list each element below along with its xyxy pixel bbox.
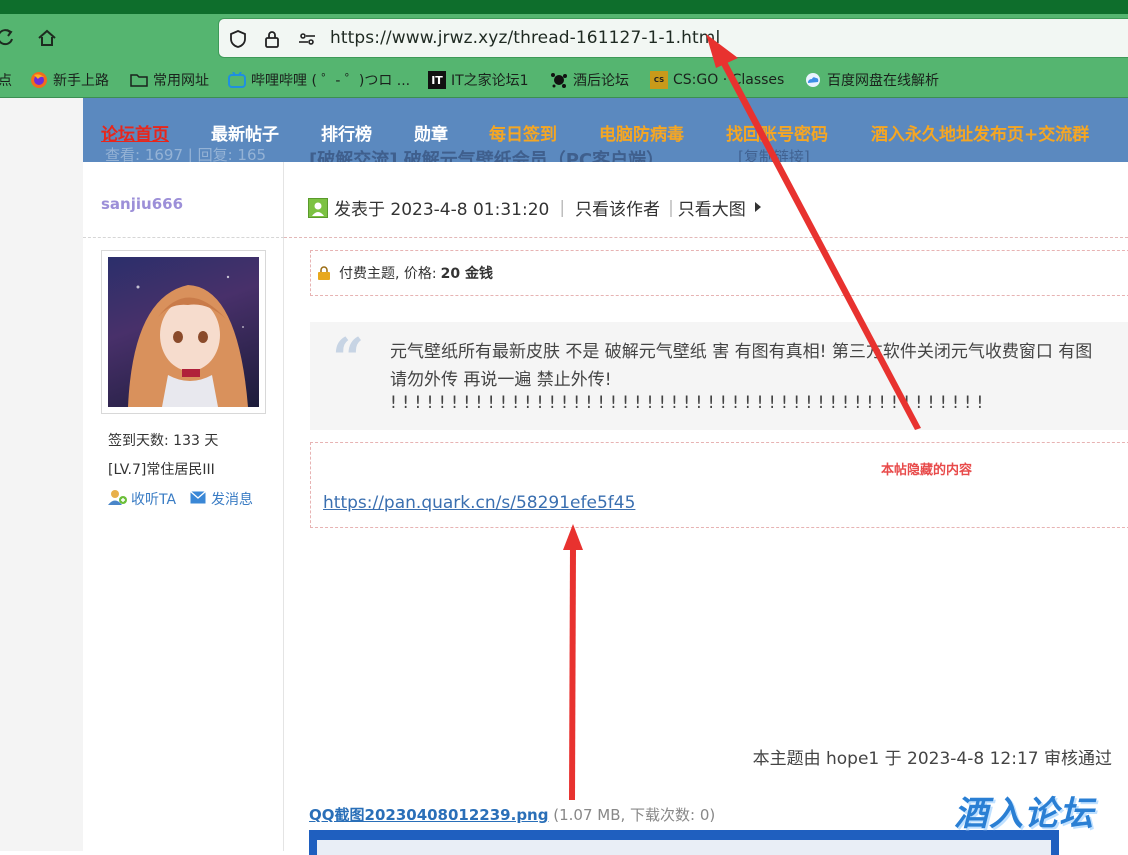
only-author-link[interactable]: 只看该作者 (575, 195, 660, 220)
quark-pan-link[interactable]: https://pan.quark.cn/s/58291efe5f45 (323, 493, 635, 513)
bookmark-label: 哔哩哔哩 ( ゜- ゜)つロ ... (251, 73, 411, 89)
bookmark-label: CS:GO · Classes (673, 72, 785, 88)
bookmark-label: 酒后论坛 (573, 73, 629, 89)
bookmark-item[interactable]: CS CS:GO · Classes (650, 70, 784, 90)
bookmark-item[interactable]: 新手上路 (30, 70, 109, 90)
bookmark-item[interactable]: 哔哩哔哩 ( ゜- ゜)つロ ... (228, 70, 410, 90)
moderation-note: 本主题由 hope1 于 2023-4-8 12:17 审核通过 (752, 749, 1112, 769)
online-status-icon (308, 197, 328, 218)
send-message-button[interactable]: 发消息 (190, 489, 253, 509)
hidden-content-box: 本帖隐藏的内容 https://pan.quark.cn/s/58291efe5… (310, 442, 1128, 528)
nav-daily-checkin[interactable]: 每日签到 (489, 120, 557, 145)
attachment-link[interactable]: QQ截图20230408012239.png (309, 806, 548, 824)
splat-icon (550, 71, 568, 89)
post-content: 发表于 2023-4-8 01:31:20 | 只看该作者 | 只看大图 付费主… (284, 162, 1128, 855)
copy-link-ghost: [复制链接] (738, 148, 810, 162)
attachment-preview-image[interactable] (309, 830, 1059, 855)
follow-button[interactable]: 收听TA (108, 489, 176, 509)
sidebar-divider (83, 237, 284, 238)
quote-line-3: ! ! ! ! ! ! ! ! ! ! ! ! ! ! ! ! ! ! ! ! … (390, 393, 984, 413)
page-left-gutter (0, 98, 83, 851)
meta-divider (284, 237, 1128, 238)
bookmark-label: 新手上路 (53, 73, 109, 89)
site-permissions-icon[interactable] (296, 28, 318, 50)
meta-separator: | (668, 197, 674, 218)
bookmark-item[interactable]: 酒后论坛 (550, 70, 629, 90)
url-bar[interactable]: https://www.jrwz.xyz/thread-161127-1-1.h… (218, 18, 1128, 58)
padlock-icon (317, 266, 331, 280)
browser-navbar: https://www.jrwz.xyz/thread-161127-1-1.h… (0, 14, 1128, 62)
cloud-icon (804, 71, 822, 89)
bookmark-item[interactable]: 点 (0, 70, 12, 90)
quote-mark-icon: “ (332, 326, 365, 392)
thread-title-ghost: [破解交流] 破解元气壁纸会员（PC客户端） (309, 150, 665, 162)
thread-stats-ghost: 查看: 1697 | 回复: 165 (105, 146, 267, 162)
meta-separator: | (559, 197, 566, 218)
home-icon[interactable] (33, 24, 61, 52)
paid-topic-notice: 付费主题, 价格: 20 金钱 (310, 250, 1128, 296)
lock-icon[interactable] (261, 28, 283, 50)
avatar-image (108, 257, 259, 407)
bookmark-item[interactable]: 百度网盘在线解析 (804, 70, 939, 90)
bookmarks-toolbar: 点 新手上路 常用网址 哔哩哔哩 ( ゜- ゜)つロ ... IT IT之家论坛… (0, 62, 1128, 98)
firefox-icon (30, 71, 48, 89)
sign-in-days: 签到天数: 133 天 (108, 433, 219, 449)
nav-medals[interactable]: 勋章 (414, 120, 448, 145)
paid-label: 付费主题, 价格: (339, 266, 437, 282)
window-top-strip (0, 0, 1128, 14)
follow-user-icon (108, 489, 128, 509)
envelope-icon (190, 490, 206, 508)
quote-line-1: 元气壁纸所有最新皮肤 不是 破解元气壁纸 害 有图有真相! 第三方软件关闭元气收… (390, 342, 1093, 362)
message-label: 发消息 (211, 492, 253, 508)
url-text[interactable]: https://www.jrwz.xyz/thread-161127-1-1.h… (330, 28, 720, 48)
avatar[interactable] (101, 250, 266, 414)
forum-nav-bar: 查看: 1697 | 回复: 165 [破解交流] 破解元气壁纸会员（PC客户端… (83, 98, 1128, 162)
big-image-link[interactable]: 只看大图 (678, 195, 746, 220)
nav-account-recovery[interactable]: 找回账号密码 (726, 120, 828, 145)
attachment-meta: (1.07 MB, 下载次数: 0) (553, 806, 716, 824)
bookmark-item[interactable]: IT IT之家论坛1 (428, 70, 529, 90)
author-name[interactable]: sanjiu666 (101, 195, 183, 213)
site-watermark: 酒入论坛 (954, 794, 1094, 834)
shield-icon[interactable] (227, 28, 249, 50)
bookmark-label: 百度网盘在线解析 (827, 73, 939, 89)
caret-right-icon[interactable] (754, 198, 762, 218)
bookmark-label: IT之家论坛1 (451, 73, 529, 89)
author-sidebar: sanjiu666 签到天数: 133 天 [LV.7]常住居民III 收听TA (83, 162, 284, 851)
post-date: 发表于 2023-4-8 01:31:20 (334, 200, 550, 220)
attachment-row: QQ截图20230408012239.png (1.07 MB, 下载次数: 0… (309, 804, 715, 825)
nav-latest-posts[interactable]: 最新帖子 (211, 120, 279, 145)
user-level: [LV.7]常住居民III (108, 462, 215, 478)
nav-permanent-address[interactable]: 酒入永久地址发布页+交流群 (871, 120, 1089, 145)
paid-price: 20 金钱 (440, 266, 493, 282)
quote-block: “ 元气壁纸所有最新皮肤 不是 破解元气壁纸 害 有图有真相! 第三方软件关闭元… (310, 322, 1128, 430)
csgo-icon: CS (650, 71, 668, 89)
bookmark-label: 点 (0, 73, 12, 89)
bookmark-item[interactable]: 常用网址 (130, 70, 209, 90)
nav-forum-home[interactable]: 论坛首页 (101, 120, 169, 145)
post-meta-bar: 发表于 2023-4-8 01:31:20 | 只看该作者 | 只看大图 (308, 195, 762, 220)
reload-icon[interactable] (0, 24, 20, 52)
nav-antivirus[interactable]: 电脑防病毒 (599, 120, 684, 145)
ithome-icon: IT (428, 71, 446, 89)
folder-icon (130, 71, 148, 89)
follow-label: 收听TA (131, 492, 177, 508)
bilibili-icon (228, 71, 246, 89)
hidden-content-label: 本帖隐藏的内容 (881, 463, 973, 478)
bookmark-label: 常用网址 (153, 73, 209, 89)
nav-rankings[interactable]: 排行榜 (321, 120, 372, 145)
quote-line-2: 请勿外传 再说一遍 禁止外传! (390, 370, 612, 390)
preview-window (317, 840, 1051, 855)
